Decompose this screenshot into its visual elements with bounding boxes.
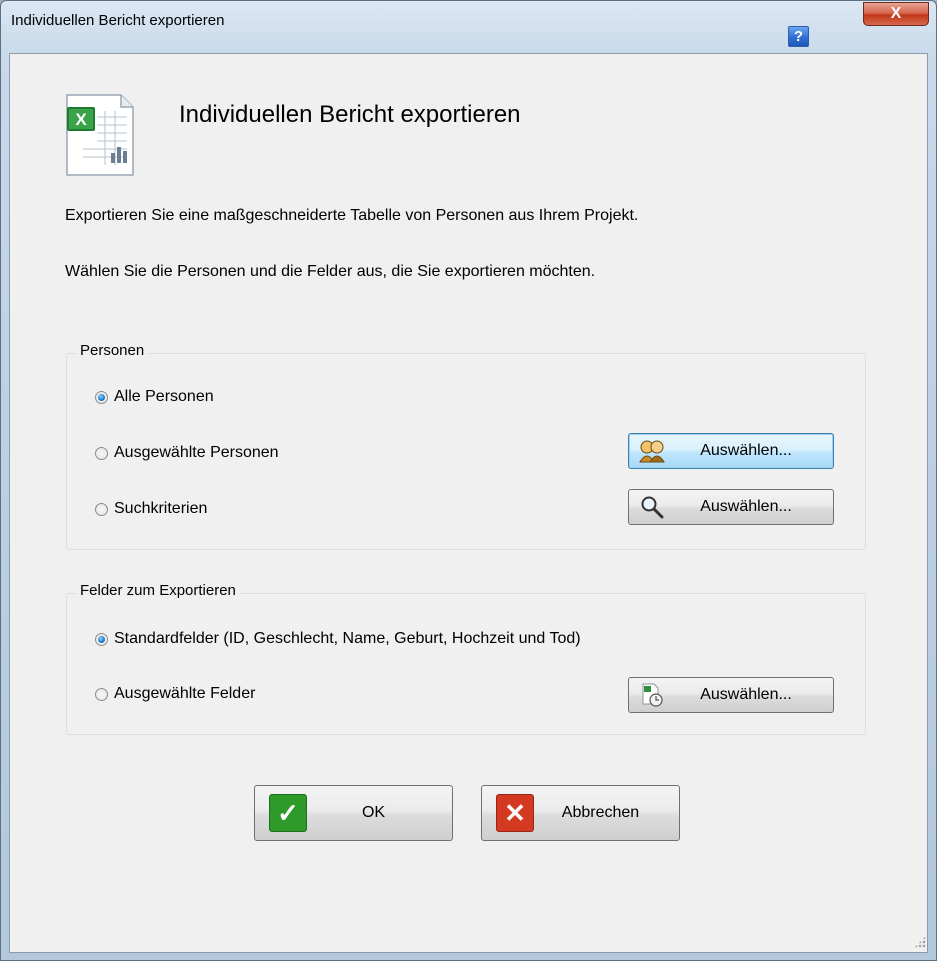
- people-icon: [637, 436, 667, 466]
- radio-label: Ausgewählte Felder: [114, 685, 256, 702]
- field-select-icon: [637, 680, 667, 710]
- radio-standard-fields[interactable]: Standardfelder (ID, Geschlecht, Name, Ge…: [95, 630, 581, 648]
- radio-indicator[interactable]: [95, 390, 108, 404]
- radio-selected-persons[interactable]: Ausgewählte Personen: [95, 444, 279, 462]
- button-label: Auswählen...: [700, 442, 792, 459]
- dialog-window: Individuellen Bericht exportieren ? X X …: [0, 0, 937, 961]
- radio-search-criteria[interactable]: Suchkriterien: [95, 500, 207, 518]
- radio-indicator[interactable]: [95, 446, 108, 460]
- cancel-label: Abbrechen: [561, 804, 640, 821]
- help-button[interactable]: ?: [788, 26, 809, 47]
- select-persons-button[interactable]: Auswählen...: [628, 433, 834, 469]
- radio-selected-fields[interactable]: Ausgewählte Felder: [95, 685, 255, 703]
- svg-text:X: X: [75, 110, 87, 129]
- button-label: Auswählen...: [700, 498, 792, 515]
- radio-label: Alle Personen: [114, 388, 214, 405]
- dialog-heading: Individuellen Bericht exportieren: [179, 101, 521, 128]
- radio-indicator[interactable]: [95, 632, 108, 646]
- select-search-criteria-button[interactable]: Auswählen...: [628, 489, 834, 525]
- excel-document-icon: X: [53, 91, 145, 179]
- magnifier-icon: [637, 492, 667, 522]
- window-title: Individuellen Bericht exportieren: [11, 12, 225, 29]
- description-line-1: Exportieren Sie eine maßgeschneiderte Ta…: [65, 207, 639, 224]
- radio-label: Suchkriterien: [114, 500, 208, 517]
- title-bar[interactable]: Individuellen Bericht exportieren ? X: [1, 1, 936, 47]
- fields-group: Felder zum Exportieren Standardfelder (I…: [66, 582, 866, 735]
- fields-group-label: Felder zum Exportieren: [76, 582, 240, 599]
- close-button[interactable]: X: [863, 2, 929, 26]
- select-fields-button[interactable]: Auswählen...: [628, 677, 834, 713]
- cancel-button[interactable]: ✕ Abbrechen: [481, 785, 680, 841]
- button-label: Auswählen...: [700, 686, 792, 703]
- radio-label: Standardfelder (ID, Geschlecht, Name, Ge…: [114, 630, 581, 647]
- radio-indicator[interactable]: [95, 687, 108, 701]
- ok-label: OK: [361, 804, 386, 821]
- radio-all-persons[interactable]: Alle Personen: [95, 388, 214, 406]
- persons-group: Personen Alle Personen Ausgewählte Perso…: [66, 342, 866, 550]
- checkmark-icon: ✓: [269, 794, 307, 832]
- cross-icon: ✕: [496, 794, 534, 832]
- persons-group-label: Personen: [76, 342, 149, 359]
- ok-button[interactable]: ✓ OK: [254, 785, 453, 841]
- radio-indicator[interactable]: [95, 502, 108, 516]
- description-line-2: Wählen Sie die Personen und die Felder a…: [65, 263, 596, 280]
- radio-label: Ausgewählte Personen: [114, 444, 279, 461]
